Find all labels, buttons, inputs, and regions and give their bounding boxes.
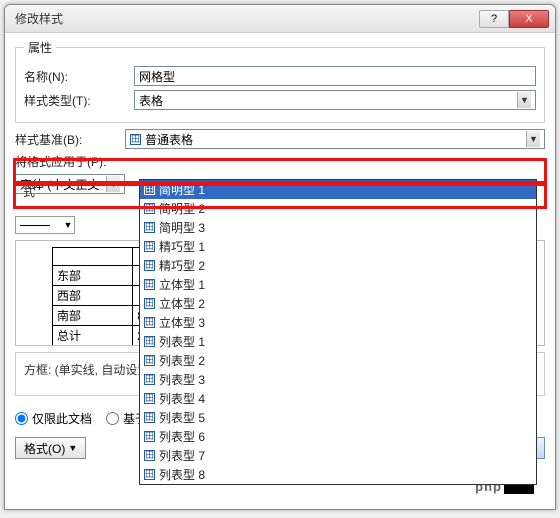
name-input[interactable] xyxy=(134,66,536,86)
line-style-combo[interactable]: ▼ xyxy=(15,216,75,234)
table-icon: 田 xyxy=(144,241,155,252)
table-icon: 田 xyxy=(130,134,141,145)
window-buttons: ? X xyxy=(479,10,549,28)
radio-input[interactable] xyxy=(15,412,28,425)
dropdown-item[interactable]: 田立体型 3 xyxy=(140,313,536,332)
type-combo[interactable]: 表格 ▼ xyxy=(134,90,536,110)
dropdown-item[interactable]: 田列表型 2 xyxy=(140,351,536,370)
close-button[interactable]: X xyxy=(509,10,549,28)
dropdown-item[interactable]: 田精巧型 1 xyxy=(140,237,536,256)
table-icon: 田 xyxy=(144,222,155,233)
dropdown-item[interactable]: 田列表型 6 xyxy=(140,427,536,446)
chevron-down-icon: ▼ xyxy=(68,443,77,453)
titlebar: 修改样式 ? X xyxy=(5,5,555,33)
type-label: 样式类型(T): xyxy=(24,92,134,109)
table-icon: 田 xyxy=(144,412,155,423)
table-icon: 田 xyxy=(144,374,155,385)
dropdown-item[interactable]: 田简明型 2 xyxy=(140,199,536,218)
table-icon: 田 xyxy=(144,393,155,404)
apply-label: 将格式应用于(P): xyxy=(15,153,125,170)
table-icon: 田 xyxy=(144,260,155,271)
dropdown-item[interactable]: 田列表型 7 xyxy=(140,446,536,465)
basis-combo[interactable]: 田 普通表格 ▼ xyxy=(125,129,545,149)
radio-doc-only[interactable]: 仅限此文档 xyxy=(15,410,92,427)
table-icon: 田 xyxy=(144,317,155,328)
format-button[interactable]: 格式(O)▼ xyxy=(15,437,86,459)
dropdown-item[interactable]: 田列表型 3 xyxy=(140,370,536,389)
dropdown-item[interactable]: 田立体型 1 xyxy=(140,275,536,294)
basis-label: 样式基准(B): xyxy=(15,131,125,148)
chevron-down-icon: ▼ xyxy=(106,176,120,192)
name-label: 名称(N): xyxy=(24,68,134,85)
table-icon: 田 xyxy=(144,431,155,442)
table-icon: 田 xyxy=(144,184,155,195)
dialog-body: 属性 名称(N): 样式类型(T): 表格 ▼ 样式基准(B): xyxy=(5,33,555,465)
table-icon: 田 xyxy=(144,279,155,290)
dropdown-item[interactable]: 田列表型 5 xyxy=(140,408,536,427)
dropdown-item[interactable]: 田立体型 2 xyxy=(140,294,536,313)
type-value: 表格 xyxy=(139,92,163,109)
properties-legend: 属性 xyxy=(24,39,56,56)
dropdown-item[interactable]: 田列表型 8 xyxy=(140,465,536,484)
chevron-down-icon: ▼ xyxy=(62,220,74,230)
help-button[interactable]: ? xyxy=(479,10,509,28)
table-icon: 田 xyxy=(144,336,155,347)
window-title: 修改样式 xyxy=(15,10,479,27)
dropdown-item[interactable]: 田精巧型 2 xyxy=(140,256,536,275)
chevron-down-icon: ▼ xyxy=(526,131,540,147)
basis-dropdown-list: 田 简明型 1 田简明型 2 田简明型 3 田精巧型 1 田精巧型 2 田立体型… xyxy=(139,179,537,485)
basis-value: 普通表格 xyxy=(145,131,193,148)
dropdown-item[interactable]: 田列表型 4 xyxy=(140,389,536,408)
radio-input[interactable] xyxy=(106,412,119,425)
table-icon: 田 xyxy=(144,298,155,309)
chevron-down-icon: ▼ xyxy=(517,92,531,108)
dropdown-item[interactable]: 田简明型 3 xyxy=(140,218,536,237)
table-icon: 田 xyxy=(144,450,155,461)
dropdown-item-selected[interactable]: 田 简明型 1 xyxy=(140,180,536,199)
table-icon: 田 xyxy=(144,203,155,214)
dialog-window: 修改样式 ? X 属性 名称(N): 样式类型(T): 表格 ▼ xyxy=(4,4,556,510)
dropdown-item[interactable]: 田列表型 1 xyxy=(140,332,536,351)
table-icon: 田 xyxy=(144,469,155,480)
basis-sublabel: 式 xyxy=(23,183,35,200)
table-icon: 田 xyxy=(144,355,155,366)
properties-group: 属性 名称(N): 样式类型(T): 表格 ▼ xyxy=(15,39,545,123)
